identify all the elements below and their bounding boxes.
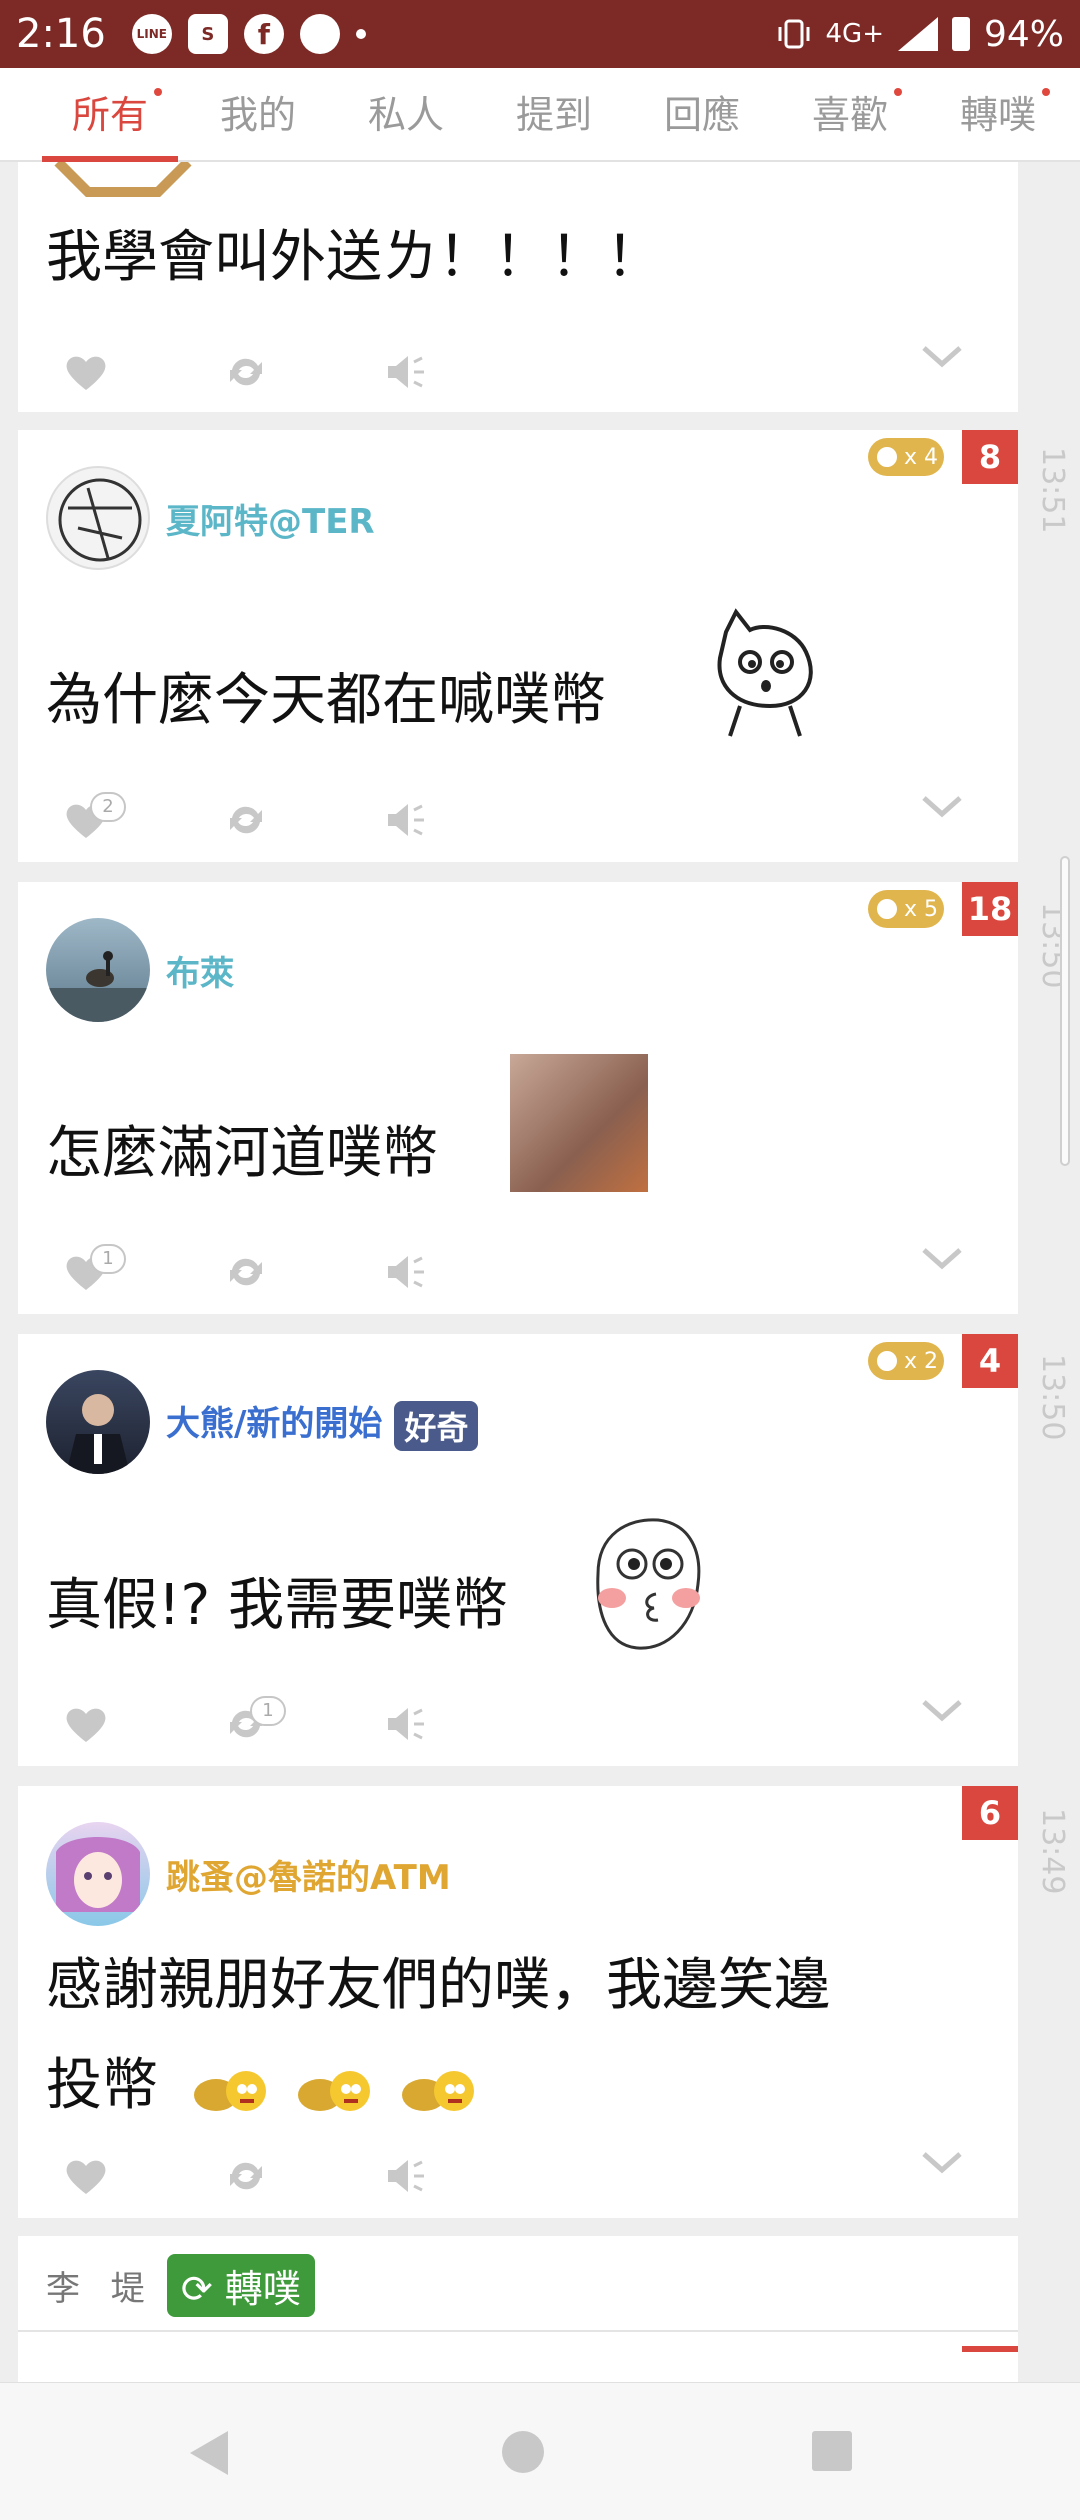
coin-emoji-group bbox=[190, 2061, 478, 2117]
replurk-header: 李 堤 ⟳ 轉噗 bbox=[46, 2254, 315, 2317]
plurk-card[interactable]: x 5 18 布萊 怎麼滿河道噗幣 1 bbox=[18, 882, 1018, 1314]
tab-private[interactable]: 私人 bbox=[332, 68, 480, 160]
plurk-card[interactable]: 我學會叫外送ㄌ！！！！ bbox=[18, 162, 1018, 412]
replurk-icon[interactable] bbox=[222, 352, 270, 392]
replurker-name[interactable]: 李 堤 bbox=[46, 2261, 155, 2310]
like-icon[interactable] bbox=[62, 1704, 110, 1744]
chevron-down-icon[interactable] bbox=[918, 342, 966, 372]
like-count: 2 bbox=[90, 792, 126, 822]
coin-icon bbox=[874, 444, 900, 470]
sticker-image bbox=[717, 608, 813, 737]
timeline-timestamp: 13:50 bbox=[1035, 1354, 1070, 1441]
unread-dot bbox=[1042, 88, 1050, 96]
replurk-icon[interactable] bbox=[222, 800, 270, 840]
replurk-button[interactable]: 1 bbox=[222, 1696, 286, 1744]
chevron-down-icon[interactable] bbox=[918, 1696, 966, 1726]
plurk-content: 感謝親朋好友們的噗，我邊笑邊 投幣 bbox=[46, 1953, 830, 2118]
plurk-card[interactable]: x 4 8 夏阿特@TER 為什麼今天都在喊噗幣 2 bbox=[18, 430, 1018, 862]
plurk-content: 為什麼今天都在喊噗幣 bbox=[46, 668, 606, 733]
tab-replies[interactable]: 回應 bbox=[628, 68, 776, 160]
plurk-content: 真假!? 我需要噗幣 bbox=[46, 1573, 508, 1638]
timeline-scrollbar[interactable] bbox=[1060, 856, 1070, 1166]
vibrate-icon bbox=[778, 19, 809, 49]
like-button[interactable]: 1 bbox=[62, 1244, 126, 1292]
plurk-content: 怎麼滿河道噗幣 bbox=[46, 1121, 438, 1186]
replurk-tag: ⟳ 轉噗 bbox=[166, 2254, 315, 2317]
attached-photo[interactable] bbox=[510, 1054, 648, 1192]
tab-likes[interactable]: 喜歡 bbox=[776, 68, 924, 160]
timeline-timestamp: 13:49 bbox=[1035, 1808, 1070, 1895]
tab-mine[interactable]: 我的 bbox=[184, 68, 332, 160]
reply-count-badge[interactable]: 4 bbox=[962, 1334, 1018, 1388]
plurk-card[interactable]: x 2 4 大熊/新的開始 好奇 真假!? 我需要噗幣 1 bbox=[18, 1334, 1018, 1766]
tab-replurks[interactable]: 轉噗 bbox=[924, 68, 1072, 160]
reply-count-badge[interactable] bbox=[962, 2346, 1018, 2352]
status-bar: 2:16 LINE S f 4G+ 94% bbox=[0, 0, 1080, 68]
coin-emoji-icon bbox=[401, 2070, 474, 2111]
more-notifications-dot bbox=[355, 29, 366, 39]
mute-icon[interactable] bbox=[382, 1704, 430, 1744]
plurk-feed: 我學會叫外送ㄌ！！！！ x 4 8 夏阿特@TER 為什麼今天都在喊噗幣 2 x… bbox=[0, 162, 1080, 2382]
plurk-card[interactable]: 李 堤 ⟳ 轉噗 bbox=[18, 2236, 1018, 2382]
shopping-app-icon: S bbox=[187, 14, 228, 54]
network-type: 4G+ bbox=[825, 19, 884, 49]
like-button[interactable]: 2 bbox=[62, 792, 126, 840]
plurk-card[interactable]: 6 跳蚤@魯諾的ATM 感謝親朋好友們的噗，我邊笑邊 投幣 bbox=[18, 1786, 1018, 2218]
back-icon[interactable] bbox=[190, 2431, 228, 2475]
battery-level: 94% bbox=[983, 13, 1064, 55]
coin-icon bbox=[874, 896, 900, 922]
recent-apps-icon[interactable] bbox=[812, 2431, 852, 2471]
coin-gift-badge: x 4 bbox=[868, 438, 944, 476]
signal-icon bbox=[897, 17, 938, 51]
coin-gift-badge: x 2 bbox=[868, 1342, 944, 1380]
mute-icon[interactable] bbox=[382, 352, 430, 392]
plurk-content: 我學會叫外送ㄌ！！！！ bbox=[46, 225, 662, 290]
tab-all[interactable]: 所有 bbox=[36, 68, 184, 162]
like-count: 1 bbox=[90, 1244, 126, 1274]
author-name[interactable]: 跳蚤@魯諾的ATM bbox=[166, 1850, 451, 1899]
chat-bubble-icon bbox=[299, 14, 340, 54]
sticker-image bbox=[54, 162, 192, 197]
reply-count-badge[interactable]: 6 bbox=[962, 1786, 1018, 1840]
avatar[interactable] bbox=[46, 1370, 150, 1474]
sticker-image bbox=[596, 1518, 701, 1650]
coin-icon bbox=[874, 1348, 900, 1374]
divider bbox=[18, 2330, 1018, 2332]
author-name[interactable]: 布萊 bbox=[166, 946, 234, 995]
reply-count-badge[interactable]: 8 bbox=[962, 430, 1018, 484]
coin-emoji-icon bbox=[193, 2070, 266, 2111]
like-icon[interactable] bbox=[62, 352, 110, 392]
mood-tag: 好奇 bbox=[394, 1400, 479, 1451]
mute-icon[interactable] bbox=[382, 800, 430, 840]
chevron-down-icon[interactable] bbox=[918, 1244, 966, 1274]
coin-gift-badge: x 5 bbox=[868, 890, 944, 928]
replurk-count: 1 bbox=[250, 1696, 286, 1726]
like-icon[interactable] bbox=[62, 2156, 110, 2196]
avatar[interactable] bbox=[46, 918, 150, 1022]
unread-dot bbox=[154, 88, 162, 96]
clock: 2:16 bbox=[16, 11, 106, 57]
reply-count-badge[interactable]: 18 bbox=[962, 882, 1018, 936]
chevron-down-icon[interactable] bbox=[918, 792, 966, 822]
author-name[interactable]: 大熊/新的開始 好奇 bbox=[166, 1396, 479, 1451]
line-app-icon: LINE bbox=[131, 14, 172, 54]
replurk-icon[interactable] bbox=[222, 2156, 270, 2196]
chevron-down-icon[interactable] bbox=[918, 2148, 966, 2178]
feed-tabs: 所有 我的 私人 提到 回應 喜歡 轉噗 bbox=[0, 68, 1080, 162]
avatar[interactable] bbox=[46, 1822, 150, 1926]
unread-dot bbox=[894, 88, 902, 96]
timeline-timestamp: 13:51 bbox=[1035, 447, 1070, 534]
mute-icon[interactable] bbox=[382, 1252, 430, 1292]
avatar[interactable] bbox=[46, 466, 150, 570]
author-name[interactable]: 夏阿特@TER bbox=[166, 494, 375, 543]
mute-icon[interactable] bbox=[382, 2156, 430, 2196]
facebook-icon: f bbox=[243, 14, 284, 54]
battery-icon bbox=[951, 17, 970, 51]
home-icon[interactable] bbox=[502, 2431, 544, 2473]
replurk-icon[interactable] bbox=[222, 1252, 270, 1292]
coin-emoji-icon bbox=[297, 2070, 370, 2111]
system-nav-bar bbox=[0, 2382, 1080, 2520]
tab-mentions[interactable]: 提到 bbox=[480, 68, 628, 160]
